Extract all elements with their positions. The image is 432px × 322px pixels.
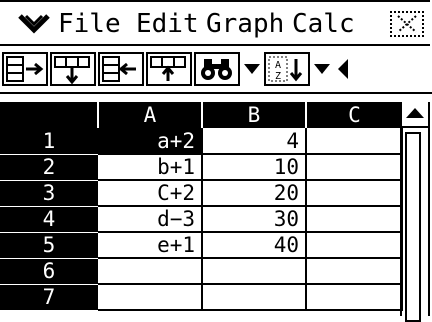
double-chevron-down-icon[interactable] xyxy=(16,10,52,38)
scroll-up-icon[interactable] xyxy=(402,102,428,128)
corner-cell[interactable] xyxy=(0,102,98,128)
menu-graph[interactable]: Graph xyxy=(206,8,284,40)
cell-a5[interactable]: e+1 xyxy=(98,232,203,259)
cell-c4[interactable] xyxy=(306,206,403,233)
row-header[interactable]: 6 xyxy=(0,258,98,285)
cell-c2[interactable] xyxy=(306,154,403,181)
cell-a2[interactable]: b+1 xyxy=(98,154,203,181)
cell-b3[interactable]: 20 xyxy=(202,180,307,207)
table-row: 2 b+1 10 xyxy=(0,154,403,181)
toolbar: A Z xyxy=(0,48,432,88)
spreadsheet-grid: A B C 1 a+2 4 2 b+1 10 3 C+2 20 4 d−3 30 xyxy=(0,102,403,311)
table-row: 6 xyxy=(0,258,403,285)
insert-row-right-icon[interactable] xyxy=(2,52,48,86)
insert-row-below-icon[interactable] xyxy=(50,52,96,86)
vertical-scrollbar[interactable] xyxy=(400,102,430,322)
menu-calc[interactable]: Calc xyxy=(292,8,355,40)
menu-file[interactable]: File xyxy=(58,8,121,40)
svg-text:Z: Z xyxy=(275,71,281,82)
menu-bar: File Edit Graph Calc xyxy=(0,0,430,46)
row-header[interactable]: 2 xyxy=(0,154,98,181)
cell-b1[interactable]: 4 xyxy=(202,128,307,155)
table-row: 4 d−3 30 xyxy=(0,206,403,233)
cell-c5[interactable] xyxy=(306,232,403,259)
column-header-b[interactable]: B xyxy=(201,102,306,128)
row-header[interactable]: 3 xyxy=(0,180,98,207)
cell-b2[interactable]: 10 xyxy=(202,154,307,181)
svg-text:A: A xyxy=(275,60,281,71)
column-header-a[interactable]: A xyxy=(97,102,202,128)
sort-az-icon[interactable]: A Z xyxy=(264,52,310,86)
cell-c7[interactable] xyxy=(306,284,403,311)
cell-a4[interactable]: d−3 xyxy=(98,206,203,233)
table-row: 3 C+2 20 xyxy=(0,180,403,207)
cell-c3[interactable] xyxy=(306,180,403,207)
row-header[interactable]: 7 xyxy=(0,284,98,311)
cell-b7[interactable] xyxy=(202,284,307,311)
row-header[interactable]: 5 xyxy=(0,232,98,259)
dropdown-arrow-icon[interactable] xyxy=(312,52,332,86)
cell-c1[interactable] xyxy=(306,128,403,155)
row-header[interactable]: 4 xyxy=(0,206,98,233)
row-header[interactable]: 1 xyxy=(0,128,98,155)
spreadsheet: A B C 1 a+2 4 2 b+1 10 3 C+2 20 4 d−3 30 xyxy=(0,92,432,322)
cell-b4[interactable]: 30 xyxy=(202,206,307,233)
table-row: 5 e+1 40 xyxy=(0,232,403,259)
binoculars-search-icon[interactable] xyxy=(194,52,240,86)
insert-column-icon[interactable] xyxy=(146,52,192,86)
dropdown-arrow-icon[interactable] xyxy=(242,52,262,86)
scroll-thumb[interactable] xyxy=(405,132,421,322)
table-row: 1 a+2 4 xyxy=(0,128,403,155)
cell-a3[interactable]: C+2 xyxy=(98,180,203,207)
cell-a7[interactable] xyxy=(98,284,203,311)
cell-a6[interactable] xyxy=(98,258,203,285)
insert-row-left-icon[interactable] xyxy=(98,52,144,86)
cell-c6[interactable] xyxy=(306,258,403,285)
table-row: 7 xyxy=(0,284,403,311)
cell-a1[interactable]: a+2 xyxy=(98,128,203,155)
close-icon[interactable] xyxy=(390,11,424,37)
cell-b5[interactable]: 40 xyxy=(202,232,307,259)
menu-edit[interactable]: Edit xyxy=(136,8,199,40)
cell-b6[interactable] xyxy=(202,258,307,285)
column-header-c[interactable]: C xyxy=(305,102,402,128)
column-header-row: A B C xyxy=(0,102,402,128)
scroll-left-icon[interactable] xyxy=(334,52,354,86)
